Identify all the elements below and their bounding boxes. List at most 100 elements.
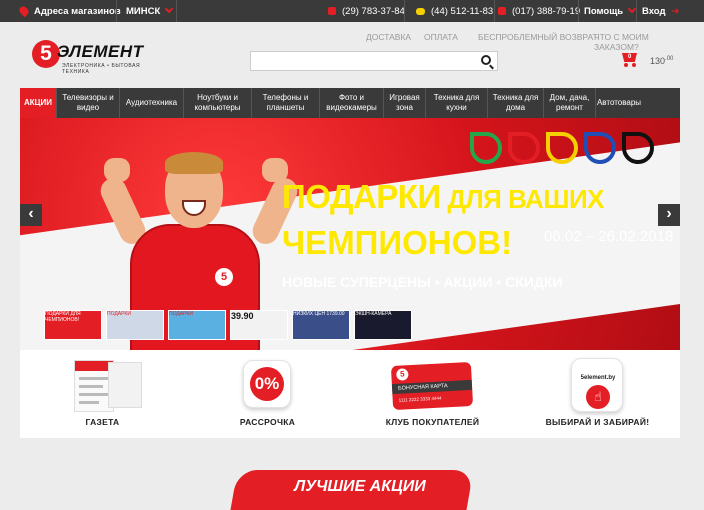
phone-1[interactable]: (29) 783-37-84	[328, 0, 405, 22]
tile-pickup[interactable]: 5element.by ☝ ВЫБИРАЙ И ЗАБИРАЙ!	[515, 350, 680, 438]
city-selector[interactable]: МИНСК	[126, 0, 174, 22]
cart-count: 0	[628, 54, 632, 60]
tile-pickup-label: ВЫБИРАЙ И ЗАБИРАЙ!	[545, 417, 650, 427]
thumbnail-3-text: ПОДАРКИ	[169, 311, 193, 317]
tile-customer-club[interactable]: 5 БОНУСНАЯ КАРТА 1111 2222 3333 4444 КЛУ…	[350, 350, 515, 438]
search-input[interactable]	[250, 51, 498, 71]
nav-item-laptops[interactable]: Ноутбуки и компьютеры	[184, 88, 252, 118]
phone-operator-icon	[328, 7, 336, 15]
nav-item-home[interactable]: Техника для дома	[488, 88, 544, 118]
nav-item-photo[interactable]: Фото и видеокамеры	[320, 88, 384, 118]
payment-link[interactable]: ОПЛАТА	[424, 32, 458, 42]
divider	[404, 0, 405, 22]
store-addresses-label: Адреса магазинов	[34, 5, 121, 17]
phone-1-number: (29) 783-37-84	[342, 5, 405, 17]
cart-wheel	[632, 63, 636, 67]
store-addresses-link[interactable]: Адреса магазинов	[17, 0, 121, 22]
newspaper-image	[72, 356, 142, 412]
location-pin-icon	[17, 4, 31, 18]
divider	[578, 0, 579, 22]
tile-newspaper-label: ГАЗЕТА	[85, 417, 120, 427]
phone-2-number: (44) 512-11-83	[431, 5, 494, 17]
newspaper-line	[79, 385, 103, 388]
nav-item-kitchen[interactable]: Техника для кухни	[426, 88, 488, 118]
thumbnail-3[interactable]: ПОДАРКИ	[168, 310, 226, 340]
delivery-link[interactable]: ДОСТАВКА	[366, 32, 411, 42]
banner-prev-button[interactable]: ‹	[20, 204, 42, 226]
person-hair	[165, 152, 223, 174]
nav-item-tv-video[interactable]: Телевизоры и видео	[57, 88, 120, 118]
phone-3[interactable]: (017) 388-79-19	[498, 0, 580, 22]
pickup-image: 5element.by ☝	[567, 356, 627, 412]
search-icon[interactable]	[481, 55, 491, 65]
nav-item-audio[interactable]: Аудиотехника	[120, 88, 184, 118]
city-label: МИНСК	[126, 5, 161, 17]
website-badge: 5element.by ☝	[571, 358, 623, 412]
login-link[interactable]: Вход ➔	[642, 0, 679, 22]
nav-item-phones[interactable]: Телефоны и планшеты	[252, 88, 320, 118]
bonus-card-number: 1111 2222 3333 4444	[398, 395, 442, 403]
nav-item-auto[interactable]: Автотовары	[596, 88, 642, 118]
drop-red-icon	[508, 132, 540, 164]
promo-banner[interactable]: 5 ПОДАРКИ ДЛЯ ВАШИХ ЧЕМПИОНОВ! 06.02 – 2…	[20, 118, 680, 350]
nav-item-gaming[interactable]: Игровая зона	[384, 88, 426, 118]
nav-item-garden[interactable]: Дом, дача, ремонт	[544, 88, 596, 118]
drop-black-icon	[622, 132, 654, 164]
drop-green-icon	[470, 132, 502, 164]
phone-icon	[498, 7, 506, 15]
phone-3-number: (017) 388-79-19	[512, 5, 581, 17]
tile-installment[interactable]: 0% РАССРОЧКА	[185, 350, 350, 438]
bonus-card: 5 БОНУСНАЯ КАРТА 1111 2222 3333 4444	[390, 361, 474, 411]
site-header: 5 ЭЛЕМЕНТ ЭЛЕКТРОНИКА • БЫТОВАЯ ТЕХНИКА …	[20, 22, 680, 88]
thumbnail-1-text: ПОДАРКИ ДЛЯ ЧЕМПИОНОВ!	[45, 311, 81, 323]
tile-customer-club-label: КЛУБ ПОКУПАТЕЛЕЙ	[385, 417, 480, 427]
cart-wheel	[624, 63, 628, 67]
help-menu[interactable]: Помощь	[584, 0, 637, 22]
divider	[494, 0, 495, 22]
thumbnail-6[interactable]: ЭКШН-КАМЕРА	[354, 310, 412, 340]
newspaper-line	[79, 401, 99, 404]
thumbnail-2[interactable]: ПОДАРКИ	[106, 310, 164, 340]
tile-installment-label: РАССРОЧКА	[239, 417, 296, 427]
newspaper-line	[79, 377, 109, 380]
thumbnail-1[interactable]: ПОДАРКИ ДЛЯ ЧЕМПИОНОВ!	[44, 310, 102, 340]
click-hand-icon: ☝	[586, 385, 610, 409]
returns-link[interactable]: БЕСПРОБЛЕМНЫЙ ВОЗВРАТ	[478, 32, 598, 42]
banner-next-button[interactable]: ›	[658, 204, 680, 226]
website-url: 5element.by	[580, 375, 616, 381]
service-tiles: ГАЗЕТА 0% РАССРОЧКА 5 БОНУСНАЯ КАРТА 111…	[20, 350, 680, 438]
cart-button[interactable]: 0	[620, 50, 640, 67]
category-nav: АКЦИИ Телевизоры и видео Аудиотехника Но…	[20, 88, 680, 118]
phone-2[interactable]: (44) 512-11-83	[416, 0, 493, 22]
top-bar: Адреса магазинов МИНСК (29) 783-37-84 (4…	[0, 0, 704, 22]
drop-blue-icon	[584, 132, 616, 164]
shirt-logo: 5	[215, 268, 233, 286]
color-drops-decoration	[470, 132, 660, 172]
thumbnail-5[interactable]: НИЗКИХ ЦЕН 1739.00	[292, 310, 350, 340]
logo-wordmark: ЭЛЕМЕНТ	[57, 42, 144, 61]
promo-dates: 06.02 – 26.02.2018	[544, 228, 674, 245]
cart-total-kop: .00	[665, 56, 674, 62]
cart-total-value: 130	[650, 56, 666, 66]
headline-line-1: ПОДАРКИ ДЛЯ ВАШИХ	[282, 178, 605, 216]
logo-tagline: ЭЛЕКТРОНИКА • БЫТОВАЯ ТЕХНИКА	[62, 63, 141, 75]
drop-yellow-icon	[546, 132, 578, 164]
tile-newspaper[interactable]: ГАЗЕТА	[20, 350, 185, 438]
thumbnail-4-text: 39.90	[231, 311, 254, 321]
site-logo[interactable]: 5 ЭЛЕМЕНТ ЭЛЕКТРОНИКА • БЫТОВАЯ ТЕХНИКА	[32, 40, 162, 75]
order-status-link[interactable]: ЧТО С МОИМ ЗАКАЗОМ?	[594, 32, 680, 52]
chevron-down-icon	[165, 4, 174, 14]
nav-item-promotions[interactable]: АКЦИИ	[20, 88, 57, 118]
login-arrow-icon: ➔	[671, 5, 680, 17]
thumbnail-6-text: ЭКШН-КАМЕРА	[355, 311, 392, 317]
zero-percent-badge: 0%	[243, 360, 291, 408]
logo-digit: 5	[32, 40, 60, 68]
divider	[116, 0, 117, 22]
thumbnail-5-text: НИЗКИХ ЦЕН 1739.00	[293, 311, 345, 317]
installment-image: 0%	[237, 356, 297, 412]
banner-thumbnails: ПОДАРКИ ДЛЯ ЧЕМПИОНОВ! ПОДАРКИ ПОДАРКИ 3…	[44, 310, 412, 342]
cart-total[interactable]: 130.00	[650, 56, 673, 66]
zero-percent-text: 0%	[250, 367, 284, 401]
thumbnail-4[interactable]: 39.90	[230, 310, 288, 340]
headline-line-2: ЧЕМПИОНОВ!	[282, 224, 513, 261]
